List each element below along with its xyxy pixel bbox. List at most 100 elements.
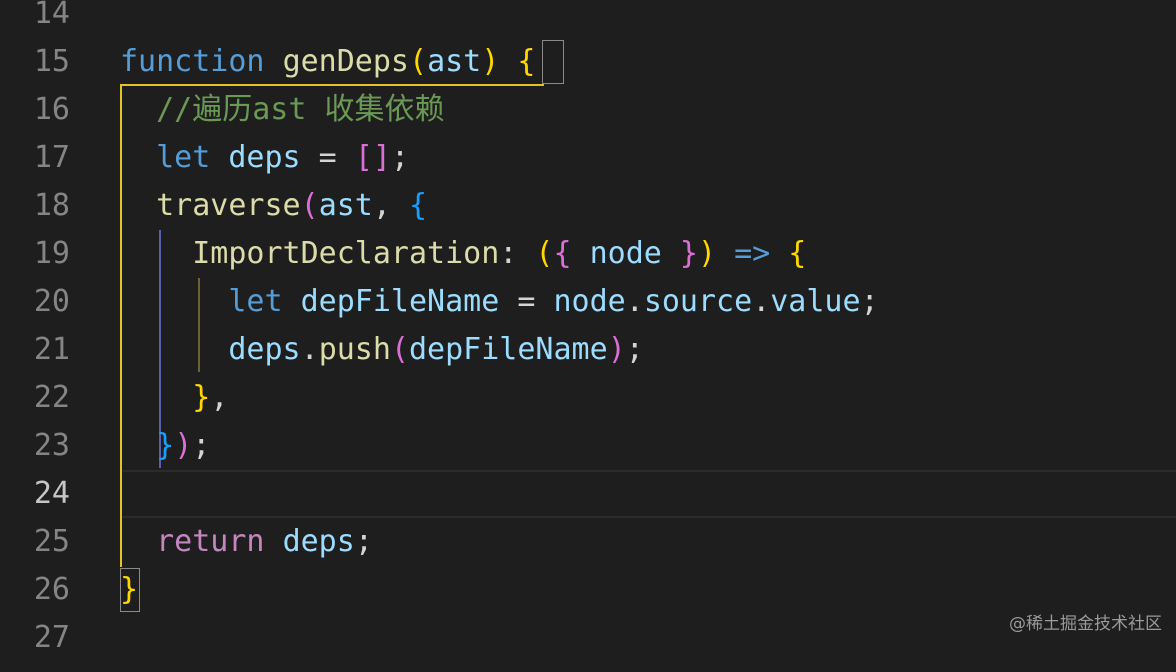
code-token: } (156, 428, 175, 463)
code-token: ( (535, 236, 554, 271)
code-token: { (409, 188, 428, 223)
code-token: depFileName (300, 284, 500, 319)
code-token: { (553, 236, 572, 271)
code-token: = (499, 284, 554, 319)
line-number: 27 (33, 620, 70, 655)
code-token: //遍历ast 收集依赖 (156, 92, 445, 127)
code-token: ; (354, 524, 373, 559)
code-token: ( (300, 188, 319, 223)
code-token: push (318, 332, 391, 367)
code-token: depFileName (409, 332, 608, 367)
line-number: 14 (33, 0, 70, 31)
code-line[interactable]: 23 }); (0, 428, 1176, 480)
code-token: let (156, 140, 211, 175)
code-token: ) (481, 44, 500, 79)
line-code[interactable]: ImportDeclaration: ({ node }) => { (120, 230, 806, 278)
code-token: . (625, 284, 644, 319)
line-number: 16 (33, 92, 70, 127)
line-number: 23 (33, 428, 70, 463)
line-number: 21 (33, 332, 70, 367)
code-token: { (517, 44, 536, 79)
code-token: let (228, 284, 283, 319)
code-token: ; (625, 332, 644, 367)
line-number: 24 (33, 476, 70, 511)
code-token: ) (174, 428, 193, 463)
line-code[interactable]: }); (120, 422, 210, 470)
code-token: } (679, 236, 698, 271)
line-code[interactable]: function genDeps(ast) { (120, 38, 535, 86)
line-number: 17 (33, 140, 70, 175)
line-code[interactable]: }, (120, 374, 228, 422)
code-token: ; (192, 428, 211, 463)
watermark: @稀土掘金技术社区 (1009, 614, 1162, 634)
code-token: deps (228, 140, 301, 175)
line-code[interactable]: let deps = []; (120, 134, 409, 182)
code-token: deps (228, 332, 301, 367)
code-line[interactable]: 26} (0, 572, 1176, 624)
code-token: } (120, 572, 139, 607)
line-code[interactable]: deps.push(depFileName); (120, 326, 644, 374)
line-number: 15 (33, 44, 70, 79)
line-number: 26 (33, 572, 70, 607)
line-number: 20 (33, 284, 70, 319)
code-token: ( (390, 332, 409, 367)
code-token: => (734, 236, 771, 271)
code-line[interactable]: 25 return deps; (0, 524, 1176, 576)
code-token: source (643, 284, 753, 319)
line-number: 19 (33, 236, 70, 271)
line-code[interactable]: } (120, 566, 138, 614)
code-token: node (553, 284, 626, 319)
code-token: return (156, 524, 265, 559)
code-token: . (752, 284, 771, 319)
line-code[interactable]: let depFileName = node.source.value; (120, 278, 879, 326)
code-token: node (589, 236, 662, 271)
code-token: ; (390, 140, 409, 175)
code-token: ast (427, 44, 482, 79)
code-token: genDeps (282, 44, 409, 79)
code-token: function (120, 44, 265, 79)
code-token: ast (318, 188, 373, 223)
code-token: ; (860, 284, 879, 319)
line-number: 25 (33, 524, 70, 559)
code-token: . (300, 332, 319, 367)
code-token: { (788, 236, 807, 271)
code-token: [] (354, 140, 391, 175)
code-token: value (770, 284, 861, 319)
code-token: traverse (156, 188, 301, 223)
code-token: deps (282, 524, 355, 559)
code-token: ) (607, 332, 626, 367)
code-token: , (210, 380, 229, 415)
line-code[interactable]: //遍历ast 收集依赖 (120, 86, 445, 134)
code-token: } (192, 380, 211, 415)
code-token: ) (697, 236, 717, 271)
line-code[interactable]: return deps; (120, 518, 373, 566)
code-token: ImportDeclaration (192, 236, 500, 271)
code-token: , (372, 188, 409, 223)
code-editor[interactable]: 14 15 function genDeps(ast) {16 //遍历ast 收集… (0, 0, 1176, 655)
code-token: : (499, 236, 536, 271)
line-code[interactable]: traverse(ast, { (120, 182, 427, 230)
code-token: = (300, 140, 355, 175)
line-number: 22 (33, 380, 70, 415)
line-number: 18 (33, 188, 70, 223)
code-token: ( (409, 44, 428, 79)
code-line[interactable]: 27 (0, 620, 1176, 672)
